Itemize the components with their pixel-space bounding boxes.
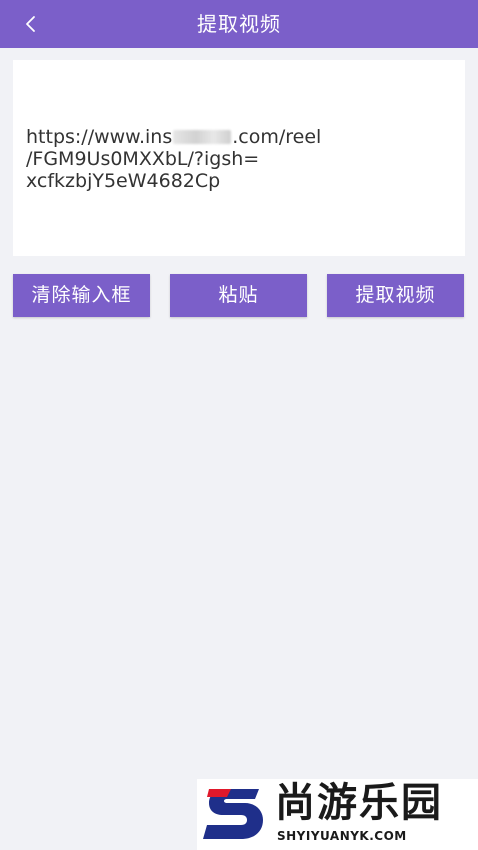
- url-line-1-start: https://www.ins: [26, 126, 173, 148]
- redacted-text: [173, 130, 232, 144]
- url-input-box[interactable]: https://www.ins .com/reel /FGM9Us0MXXbL/?…: [13, 60, 465, 256]
- url-line-1-end: .com/reel: [232, 126, 322, 148]
- app-header: 提取视频: [0, 0, 478, 48]
- watermark-brand-cn: 尚游乐园: [275, 780, 443, 826]
- url-line-3: xcfkzbjY5eW4682Cp: [26, 170, 221, 192]
- watermark-brand-en: SHYIYUANYK.COM: [277, 829, 407, 843]
- page-title: 提取视频: [197, 12, 281, 36]
- brand-logo-icon: [203, 789, 263, 839]
- url-line-1: https://www.ins .com/reel: [26, 126, 453, 148]
- site-watermark: 尚游乐园 SHYIYUANYK.COM: [197, 779, 478, 850]
- url-line-2: /FGM9Us0MXXbL/?igsh=: [26, 148, 260, 170]
- extract-video-button[interactable]: 提取视频: [327, 274, 464, 317]
- paste-button[interactable]: 粘贴: [170, 274, 307, 317]
- clear-input-button[interactable]: 清除输入框: [13, 274, 150, 317]
